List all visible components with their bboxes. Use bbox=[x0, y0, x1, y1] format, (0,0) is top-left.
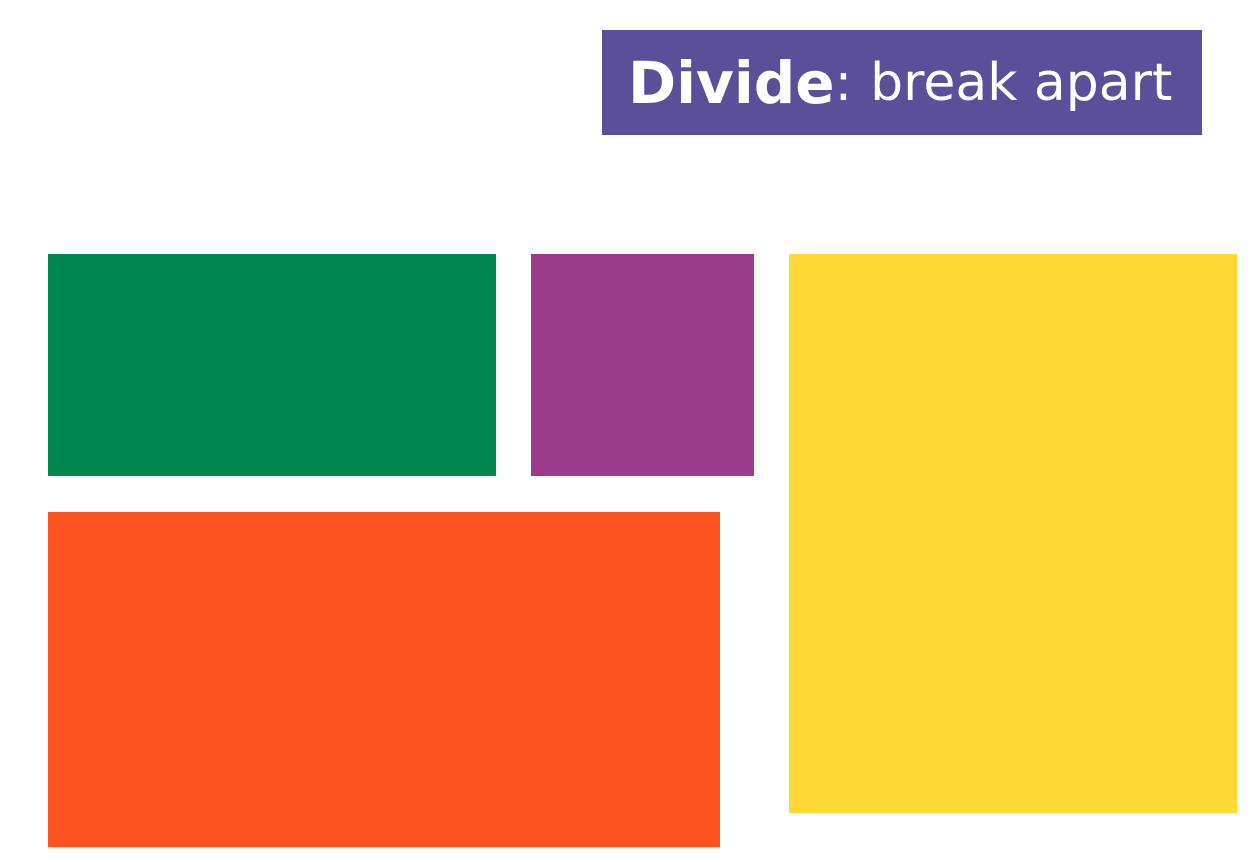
orange-block bbox=[48, 512, 720, 847]
yellow-block bbox=[789, 254, 1237, 813]
title-separator: : bbox=[834, 52, 853, 113]
purple-block bbox=[531, 254, 754, 476]
title-keyword: Divide bbox=[628, 48, 835, 117]
title-description: break apart bbox=[870, 52, 1173, 113]
green-block bbox=[48, 254, 496, 476]
title-banner: Divide: break apart bbox=[602, 30, 1202, 135]
